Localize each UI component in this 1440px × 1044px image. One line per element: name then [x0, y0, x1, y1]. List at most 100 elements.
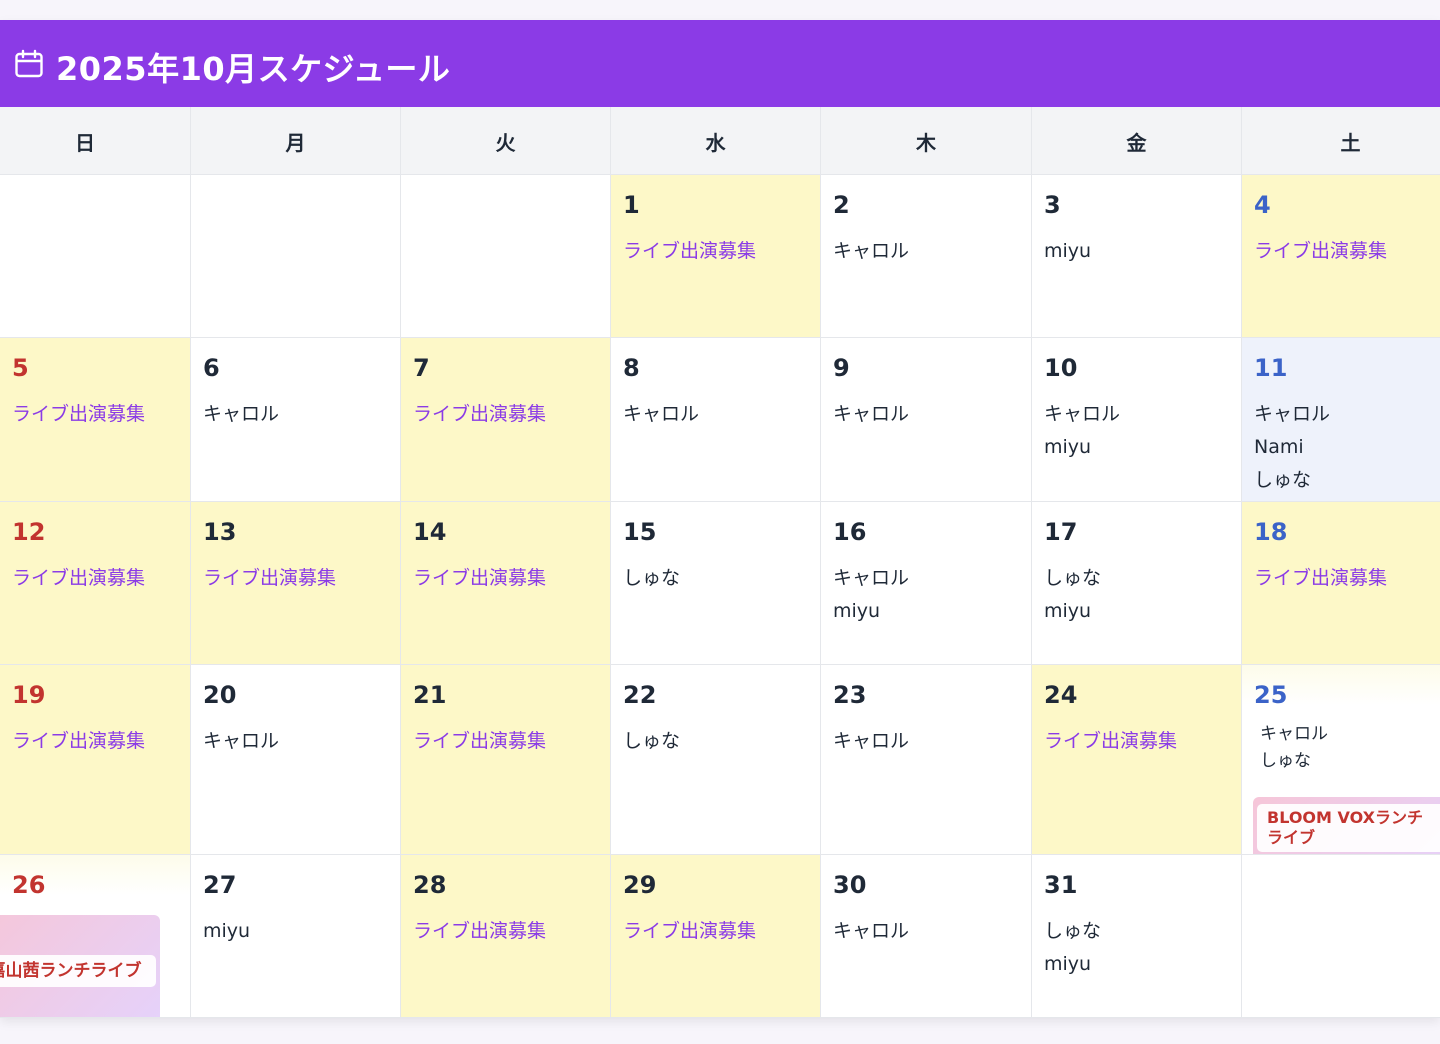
day-number: 13 — [203, 518, 237, 546]
event-list: ライブ出演募集 — [623, 235, 756, 268]
day-cell-12[interactable]: 12 ライブ出演募集 — [0, 502, 191, 665]
empty-day-cell — [0, 175, 191, 338]
day-number: 1 — [623, 191, 640, 219]
event-list: ライブ出演募集 — [413, 562, 546, 595]
event-recruit[interactable]: ライブ出演募集 — [413, 915, 546, 948]
event-performer[interactable]: キャロル — [623, 398, 699, 431]
event-performer[interactable]: キャロル — [833, 725, 909, 758]
event-list: ライブ出演募集 — [1254, 235, 1387, 268]
event-recruit[interactable]: ライブ出演募集 — [413, 398, 546, 431]
event-list: ライブ出演募集 — [413, 725, 546, 758]
day-cell-27[interactable]: 27 miyu — [191, 855, 401, 1018]
event-list: ライブ出演募集 — [1254, 562, 1387, 595]
day-number: 8 — [623, 354, 640, 382]
event-list: しゅな — [623, 725, 680, 758]
day-cell-15[interactable]: 15 しゅな — [611, 502, 821, 665]
empty-day-cell — [401, 175, 611, 338]
day-cell-9[interactable]: 9 キャロル — [821, 338, 1032, 502]
event-list: キャロル — [833, 398, 909, 431]
day-cell-7[interactable]: 7 ライブ出演募集 — [401, 338, 611, 502]
lunch-live-event[interactable]: 嘉山茜ランチライブ — [0, 915, 160, 1017]
weekday-wed: 水 — [611, 107, 821, 175]
event-performer[interactable]: miyu — [203, 915, 250, 948]
event-recruit[interactable]: ライブ出演募集 — [12, 562, 145, 595]
event-performer[interactable]: しゅな — [623, 562, 680, 595]
day-cell-14[interactable]: 14 ライブ出演募集 — [401, 502, 611, 665]
day-cell-28[interactable]: 28 ライブ出演募集 — [401, 855, 611, 1018]
event-recruit[interactable]: ライブ出演募集 — [12, 725, 145, 758]
day-cell-10[interactable]: 10 キャロル miyu — [1032, 338, 1242, 502]
day-cell-17[interactable]: 17 しゅな miyu — [1032, 502, 1242, 665]
event-recruit[interactable]: ライブ出演募集 — [413, 562, 546, 595]
lunch-live-event[interactable]: BLOOM VOXランチライブ — [1253, 797, 1440, 854]
event-performer[interactable]: キャロル — [833, 235, 909, 268]
event-performer[interactable]: キャロル — [833, 915, 909, 948]
event-performer[interactable]: キャロル — [1260, 721, 1438, 748]
event-performer[interactable]: しゅな — [1260, 748, 1438, 775]
event-performer[interactable]: しゅな — [1254, 464, 1330, 497]
day-cell-6[interactable]: 6 キャロル — [191, 338, 401, 502]
event-performer[interactable]: miyu — [833, 595, 909, 628]
day-cell-8[interactable]: 8 キャロル — [611, 338, 821, 502]
event-performer[interactable]: miyu — [1044, 431, 1120, 464]
day-cell-24[interactable]: 24 ライブ出演募集 — [1032, 665, 1242, 855]
day-number: 20 — [203, 681, 237, 709]
day-cell-4[interactable]: 4 ライブ出演募集 — [1242, 175, 1440, 338]
event-performer[interactable]: Nami — [1254, 431, 1330, 464]
event-recruit[interactable]: ライブ出演募集 — [12, 398, 145, 431]
event-list: ライブ出演募集 — [12, 398, 145, 431]
day-cell-20[interactable]: 20 キャロル — [191, 665, 401, 855]
event-performer[interactable]: miyu — [1044, 235, 1091, 268]
day-cell-23[interactable]: 23 キャロル — [821, 665, 1032, 855]
event-performer[interactable]: キャロル — [203, 398, 279, 431]
day-cell-31[interactable]: 31 しゅな miyu — [1032, 855, 1242, 1018]
event-list: しゅな miyu — [1044, 562, 1101, 628]
event-performer[interactable]: キャロル — [203, 725, 279, 758]
event-performer[interactable]: キャロル — [1254, 398, 1330, 431]
day-cell-5[interactable]: 5 ライブ出演募集 — [0, 338, 191, 502]
day-number: 6 — [203, 354, 220, 382]
event-list: キャロル — [833, 235, 909, 268]
lunch-live-label: BLOOM VOXランチライブ — [1257, 804, 1440, 852]
day-cell-11[interactable]: 11 キャロル Nami しゅな — [1242, 338, 1440, 502]
event-performer[interactable]: キャロル — [833, 398, 909, 431]
event-recruit[interactable]: ライブ出演募集 — [1254, 562, 1387, 595]
day-cell-3[interactable]: 3 miyu — [1032, 175, 1242, 338]
day-cell-25[interactable]: 25 キャロル しゅな BLOOM VOXランチライブ — [1242, 665, 1440, 855]
event-list: キャロル — [203, 398, 279, 431]
event-recruit[interactable]: ライブ出演募集 — [1254, 235, 1387, 268]
event-list: ライブ出演募集 — [413, 398, 546, 431]
lunch-live-label: 嘉山茜ランチライブ — [0, 955, 156, 987]
event-performer[interactable]: しゅな — [623, 725, 680, 758]
event-recruit[interactable]: ライブ出演募集 — [1044, 725, 1177, 758]
empty-day-cell — [191, 175, 401, 338]
day-cell-26[interactable]: 26 嘉山茜ランチライブ — [0, 855, 191, 1018]
day-number: 29 — [623, 871, 657, 899]
day-cell-1[interactable]: 1 ライブ出演募集 — [611, 175, 821, 338]
day-cell-29[interactable]: 29 ライブ出演募集 — [611, 855, 821, 1018]
day-cell-16[interactable]: 16 キャロル miyu — [821, 502, 1032, 665]
weekday-fri: 金 — [1032, 107, 1242, 175]
day-cell-18[interactable]: 18 ライブ出演募集 — [1242, 502, 1440, 665]
event-recruit[interactable]: ライブ出演募集 — [203, 562, 336, 595]
event-recruit[interactable]: ライブ出演募集 — [413, 725, 546, 758]
day-cell-22[interactable]: 22 しゅな — [611, 665, 821, 855]
day-cell-2[interactable]: 2 キャロル — [821, 175, 1032, 338]
day-cell-21[interactable]: 21 ライブ出演募集 — [401, 665, 611, 855]
event-performer[interactable]: キャロル — [833, 562, 909, 595]
day-number: 15 — [623, 518, 657, 546]
day-cell-13[interactable]: 13 ライブ出演募集 — [191, 502, 401, 665]
calendar-icon — [15, 49, 43, 78]
day-cell-30[interactable]: 30 キャロル — [821, 855, 1032, 1018]
day-number: 22 — [623, 681, 657, 709]
event-performer[interactable]: しゅな — [1044, 562, 1101, 595]
event-list: miyu — [1044, 235, 1091, 268]
event-performer[interactable]: しゅな — [1044, 915, 1101, 948]
day-cell-19[interactable]: 19 ライブ出演募集 — [0, 665, 191, 855]
event-recruit[interactable]: ライブ出演募集 — [623, 235, 756, 268]
event-performer[interactable]: miyu — [1044, 948, 1101, 981]
event-performer[interactable]: キャロル — [1044, 398, 1120, 431]
event-performer[interactable]: miyu — [1044, 595, 1101, 628]
day-number: 21 — [413, 681, 447, 709]
event-recruit[interactable]: ライブ出演募集 — [623, 915, 756, 948]
